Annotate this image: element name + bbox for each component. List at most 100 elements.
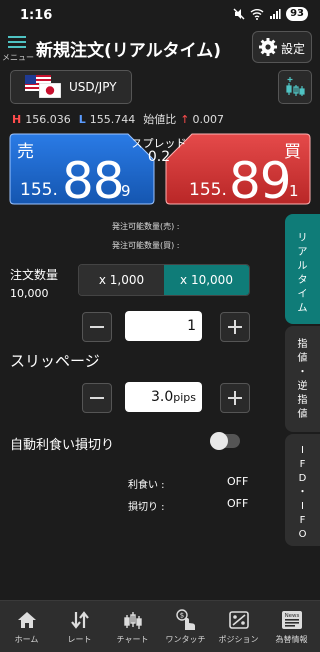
mini-chart-button[interactable] — [278, 70, 312, 104]
tab-label-char: リ — [297, 233, 308, 244]
tab-label-char: O — [298, 529, 307, 540]
tab-limit-stop[interactable]: 指値・逆指値 — [285, 326, 320, 432]
available-buy-label: 発注可能数量(買) : — [112, 241, 180, 250]
take-profit-value: OFF — [227, 475, 249, 488]
tab-label-char: ム — [297, 303, 308, 314]
buy-price-suffix: 1 — [289, 182, 299, 200]
tab-label-char: I — [301, 501, 304, 512]
menu-label: メニュー — [2, 53, 34, 62]
slippage-label: スリッページ — [10, 352, 100, 370]
lot-10000-option[interactable]: x 10,000 — [164, 265, 249, 295]
tab-label-char: 指 — [297, 395, 308, 406]
news-badge-text: News — [285, 613, 300, 619]
slippage-increment-button[interactable] — [220, 383, 250, 413]
signal-icon — [270, 9, 281, 19]
nav-news-label: 為替情報 — [275, 635, 308, 644]
battery-badge: 93 — [286, 7, 308, 21]
menu-icon — [8, 36, 26, 38]
nav-news[interactable]: News 為替情報 — [265, 601, 318, 652]
status-time: 1:16 — [20, 8, 53, 23]
settings-label: 設定 — [281, 42, 306, 56]
one-touch-icon: $ — [176, 609, 195, 630]
nav-one-touch[interactable]: $ ワンタッチ — [159, 601, 212, 652]
home-icon — [18, 612, 36, 628]
plus-icon-stroke — [234, 320, 236, 334]
sell-price-suffix: 9 — [121, 182, 131, 200]
tab-ifd-ifo[interactable]: I F D ・ I F O — [285, 434, 320, 546]
nav-home[interactable]: ホーム — [0, 601, 53, 652]
nav-position-label: ポジション — [218, 635, 259, 644]
buy-price-prefix: 155. — [189, 180, 227, 200]
tab-limit-stop-label: 指値・逆指値 — [285, 338, 320, 422]
lot-1000-option[interactable]: x 1,000 — [79, 265, 164, 295]
nav-position[interactable]: ポジション — [212, 601, 265, 652]
minus-icon — [90, 397, 104, 399]
gear-icon — [259, 38, 277, 56]
auto-settle-label: 自動利食い損切り — [10, 438, 115, 453]
nav-one-touch-label: ワンタッチ — [165, 635, 206, 644]
change-value: 0.007 — [192, 112, 224, 126]
quantity-input[interactable]: 1 — [125, 311, 202, 341]
status-bar: 1:16 93 — [0, 0, 320, 30]
tab-label-char: 指 — [297, 339, 308, 350]
quantity-label: 注文数量 — [10, 268, 59, 282]
settings-button[interactable]: 設定 — [252, 31, 312, 63]
status-icons: 93 — [233, 7, 308, 21]
sell-price-big: 88 — [62, 152, 125, 210]
tab-realtime[interactable]: リアルタイム — [285, 214, 320, 324]
slippage-value: 3.0 — [150, 389, 174, 405]
take-profit-label: 利食い : — [128, 480, 165, 491]
lot-multiplier-toggle: x 1,000 x 10,000 — [78, 264, 250, 296]
tab-label-char: イ — [297, 289, 308, 300]
tab-label-char: ・ — [297, 487, 308, 498]
quantity-value: 10,000 — [10, 287, 49, 300]
svg-text:$: $ — [180, 612, 184, 620]
slippage-decrement-button[interactable] — [82, 383, 112, 413]
slippage-unit: pips — [173, 391, 196, 404]
news-icon: News — [282, 611, 302, 629]
sell-price-prefix: 155. — [20, 180, 58, 200]
tab-label-char: F — [299, 515, 306, 526]
menu-icon-bar — [8, 46, 26, 48]
tab-label-char: 逆 — [297, 381, 308, 392]
tab-label-char: F — [299, 459, 306, 470]
chart-icon — [124, 612, 142, 629]
currency-pair-selector[interactable]: USD/JPY — [10, 70, 132, 104]
buy-price-big: 89 — [229, 152, 292, 210]
candlestick-add-icon — [286, 77, 305, 96]
stop-loss-value: OFF — [227, 497, 249, 510]
tab-label-char: I — [301, 445, 304, 456]
plus-icon-stroke — [234, 391, 236, 405]
nav-rate[interactable]: レート — [53, 601, 106, 652]
nav-rate-label: レート — [67, 635, 92, 644]
tab-label-char: 値 — [297, 353, 308, 364]
menu-button[interactable]: メニュー — [2, 34, 34, 62]
slippage-input[interactable]: 3.0pips — [125, 382, 202, 412]
stop-loss-label: 損切り : — [128, 502, 165, 513]
tab-realtime-label: リアルタイム — [285, 232, 320, 316]
nav-chart-label: チャート — [116, 635, 149, 644]
menu-icon-bar — [8, 41, 26, 43]
tab-label-char: タ — [297, 275, 308, 286]
tab-label-char: D — [298, 473, 307, 484]
tab-label-char: ア — [297, 247, 308, 258]
up-arrow-icon: ↑ — [180, 112, 190, 126]
quantity-decrement-button[interactable] — [82, 312, 112, 342]
high-low-row: H 156.036 L 155.744 始値比 ↑ 0.007 — [12, 111, 224, 127]
bottom-nav: ホーム レート チャート $ ワンタッチ ポジション News 為替情報 — [0, 600, 320, 652]
nav-home-label: ホーム — [14, 635, 39, 644]
tab-label-char: ・ — [297, 367, 308, 378]
page-title: 新規注文(リアルタイム) — [36, 41, 222, 61]
spread-value: 0.2 — [147, 149, 171, 165]
high-value: 156.036 — [25, 112, 71, 126]
auto-settle-toggle-knob[interactable] — [210, 432, 228, 450]
low-marker: L — [78, 112, 86, 126]
sell-label: 売 — [17, 142, 34, 162]
currency-pair-label: USD/JPY — [69, 80, 117, 94]
nav-chart[interactable]: チャート — [106, 601, 159, 652]
japan-flag-icon — [39, 83, 61, 98]
low-value: 155.744 — [89, 112, 136, 126]
tab-ifd-ifo-label: I F D ・ I F O — [285, 444, 320, 542]
tab-label-char: ル — [297, 261, 308, 272]
quantity-increment-button[interactable] — [220, 312, 250, 342]
